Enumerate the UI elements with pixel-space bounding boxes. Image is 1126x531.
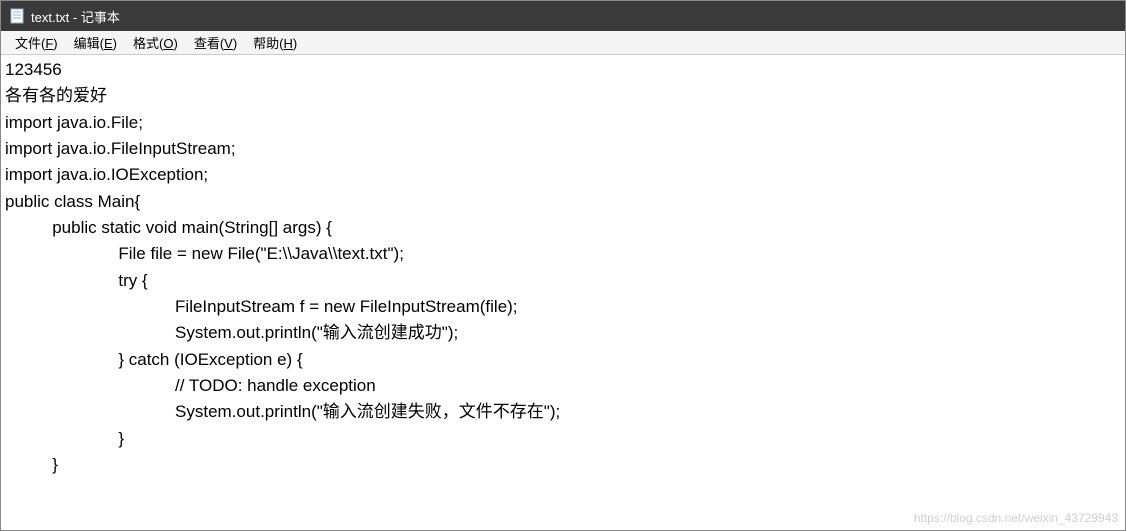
menu-view[interactable]: 查看(V): [186, 31, 245, 54]
menu-file[interactable]: 文件(F): [7, 31, 66, 54]
menu-edit[interactable]: 编辑(E): [66, 31, 125, 54]
menubar: 文件(F) 编辑(E) 格式(O) 查看(V) 帮助(H): [1, 31, 1125, 55]
notepad-icon: [9, 8, 25, 24]
window-title: text.txt - 记事本: [31, 7, 120, 26]
text-editor[interactable]: 123456 各有各的爱好 import java.io.File; impor…: [1, 55, 1125, 530]
menu-help[interactable]: 帮助(H): [245, 31, 305, 54]
titlebar[interactable]: text.txt - 记事本: [1, 1, 1125, 31]
notepad-window: text.txt - 记事本 文件(F) 编辑(E) 格式(O) 查看(V) 帮…: [0, 0, 1126, 531]
menu-format[interactable]: 格式(O): [125, 31, 186, 54]
